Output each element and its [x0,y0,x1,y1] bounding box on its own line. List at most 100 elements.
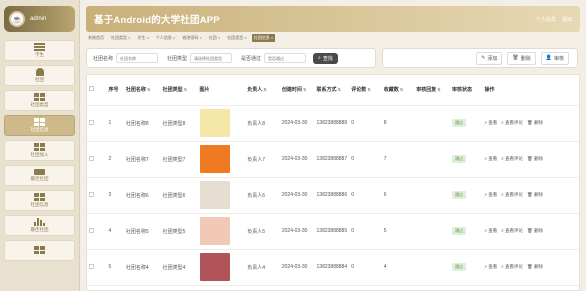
avatar-icon: ☕ [9,11,25,27]
table-cell: 0 [349,249,382,286]
table-cell: 13823888888 [314,105,350,142]
user-icon: 👤 [545,55,552,61]
leader: 负责人6 [247,192,265,199]
sidebar-item[interactable]: 最佳社团 [4,165,75,186]
table-cell: 2024-03-30 [279,105,315,142]
view-comments-label: 查看评论 [505,120,524,125]
sidebar-item[interactable]: 最佳社团 [4,215,75,236]
sort-icon[interactable]: ⇅ [337,87,341,92]
view-button[interactable]: ⌕ 查看 [484,228,497,234]
phone: 13823888884 [316,264,348,270]
search-button[interactable]: ⌕ 查找 [313,52,338,64]
sidebar-item[interactable]: 学生 [4,40,75,61]
comment-count: 0 [351,192,354,198]
table-cell: 社团类型8 [160,105,198,142]
table-cell: 通过 [449,177,483,214]
search-icon: ⌕ [318,55,321,61]
audit-label: 审核 [553,55,564,62]
delete-row-button[interactable]: 🗑 删除 [527,192,543,198]
view-button[interactable]: ⌕ 查看 [484,192,497,198]
column-header-label: 社团名称 [125,87,146,94]
view-comments-button[interactable]: ⌕ 查看评论 [501,192,523,198]
club-image[interactable] [199,181,230,209]
sort-icon[interactable]: ⇅ [302,87,306,92]
view-button[interactable]: ⌕ 查看 [484,120,497,126]
table-cell: 13823888885 [314,213,350,250]
add-button[interactable]: ✎ 添加 [476,51,503,65]
logout-link[interactable]: 退出 [562,16,572,23]
tab[interactable]: 社团类型 × [109,34,132,42]
status-badge: 通过 [451,155,466,163]
tab-strip: 系统首页 社团类型 × 学生 × 个人信息 × 修改密码 × 社团 × 社团类型 × 社团信息… [86,33,580,43]
row-checkbox[interactable] [89,155,94,161]
sidebar-item[interactable]: 社团加入 [4,140,75,161]
view-button[interactable]: ⌕ 查看 [484,156,497,162]
action-bar: ✎ 添加 🗑 删除 👤 审核 [382,48,578,68]
column-header: 创建时间 ⇅ [279,75,315,106]
club-image[interactable] [199,253,230,281]
type-select[interactable] [190,53,233,63]
sort-icon[interactable]: ⇅ [183,87,187,92]
leader: 负责人8 [247,120,265,127]
club-image[interactable] [199,109,230,137]
table-cell [414,105,450,142]
tab[interactable]: 社团类型 × [225,34,248,42]
audit-select[interactable] [264,53,307,63]
row-checkbox[interactable] [89,227,94,233]
audit-button[interactable]: 👤 审核 [540,51,569,65]
profile-link[interactable]: 个人信息 [536,16,556,23]
view-button[interactable]: ⌕ 查看 [484,264,497,270]
sidebar-item-label: 社团类型 [30,102,49,107]
sort-icon[interactable]: ⇅ [146,87,150,92]
club-type: 社团类型4 [162,264,186,271]
view-comments-button[interactable]: ⌕ 查看评论 [501,264,523,270]
sidebar-item[interactable]: 社团 [4,65,75,86]
view-label: 查看 [488,228,498,233]
sidebar-item[interactable]: 社团信息 [4,115,75,136]
tab[interactable]: 修改密码 × [180,34,203,42]
created-time: 2024-03-30 [281,156,308,162]
view-comments-button[interactable]: ⌕ 查看评论 [501,156,523,162]
row-checkbox[interactable] [89,119,94,125]
tab[interactable]: 社团信息 × [251,34,276,42]
phone: 13823888886 [316,192,348,198]
delete-row-button[interactable]: 🗑 删除 [527,264,543,270]
sort-icon[interactable]: ⇅ [436,87,440,92]
sidebar-item[interactable]: 社团信息 [4,190,75,211]
delete-button[interactable]: 🗑 删除 [507,51,536,65]
sort-icon[interactable]: ⇅ [366,87,370,92]
sort-icon[interactable]: ⇅ [399,87,403,92]
club-image[interactable] [199,217,230,245]
tab[interactable]: 个人信息 × [154,34,177,42]
tab[interactable]: 学生 × [135,34,150,42]
bell-icon [35,68,44,76]
select-all-checkbox[interactable] [89,86,94,92]
table-row: 4 社团名称5 社团类型5 负责人5 2024-03-30 13823888885 0 5 通过… [87,213,579,250]
delete-row-button[interactable]: 🗑 删除 [527,156,543,162]
club-image[interactable] [199,145,230,173]
sidebar-item[interactable]: 社团类型 [4,90,75,111]
sidebar-item[interactable] [4,240,75,261]
user-badge[interactable]: ☕ admin [4,6,75,32]
name-input[interactable] [116,53,159,63]
delete-row-button[interactable]: 🗑 删除 [527,120,543,126]
delete-row-button[interactable]: 🗑 删除 [527,228,543,234]
column-header-label: 审核回复 [416,87,437,94]
table-cell: 社团名称6 [123,177,161,214]
tab[interactable]: 系统首页 [86,34,106,42]
table-cell: 社团名称5 [123,213,161,250]
table-cell [87,177,107,214]
view-comments-button[interactable]: ⌕ 查看评论 [501,120,523,126]
column-header: 评论数 ⇅ [349,75,382,106]
table-cell: 0 [349,105,382,142]
row-checkbox[interactable] [89,263,94,269]
row-checkbox[interactable] [89,191,94,197]
column-header-label: 审核状态 [451,87,472,94]
leader: 负责人7 [247,156,265,163]
view-comments-button[interactable]: ⌕ 查看评论 [501,228,523,234]
view-comments-label: 查看评论 [505,192,524,197]
tab[interactable]: 社团 × [207,34,222,42]
table-cell [87,213,107,250]
sort-icon[interactable]: ⇅ [262,87,266,92]
created-time: 2024-03-30 [281,192,308,198]
